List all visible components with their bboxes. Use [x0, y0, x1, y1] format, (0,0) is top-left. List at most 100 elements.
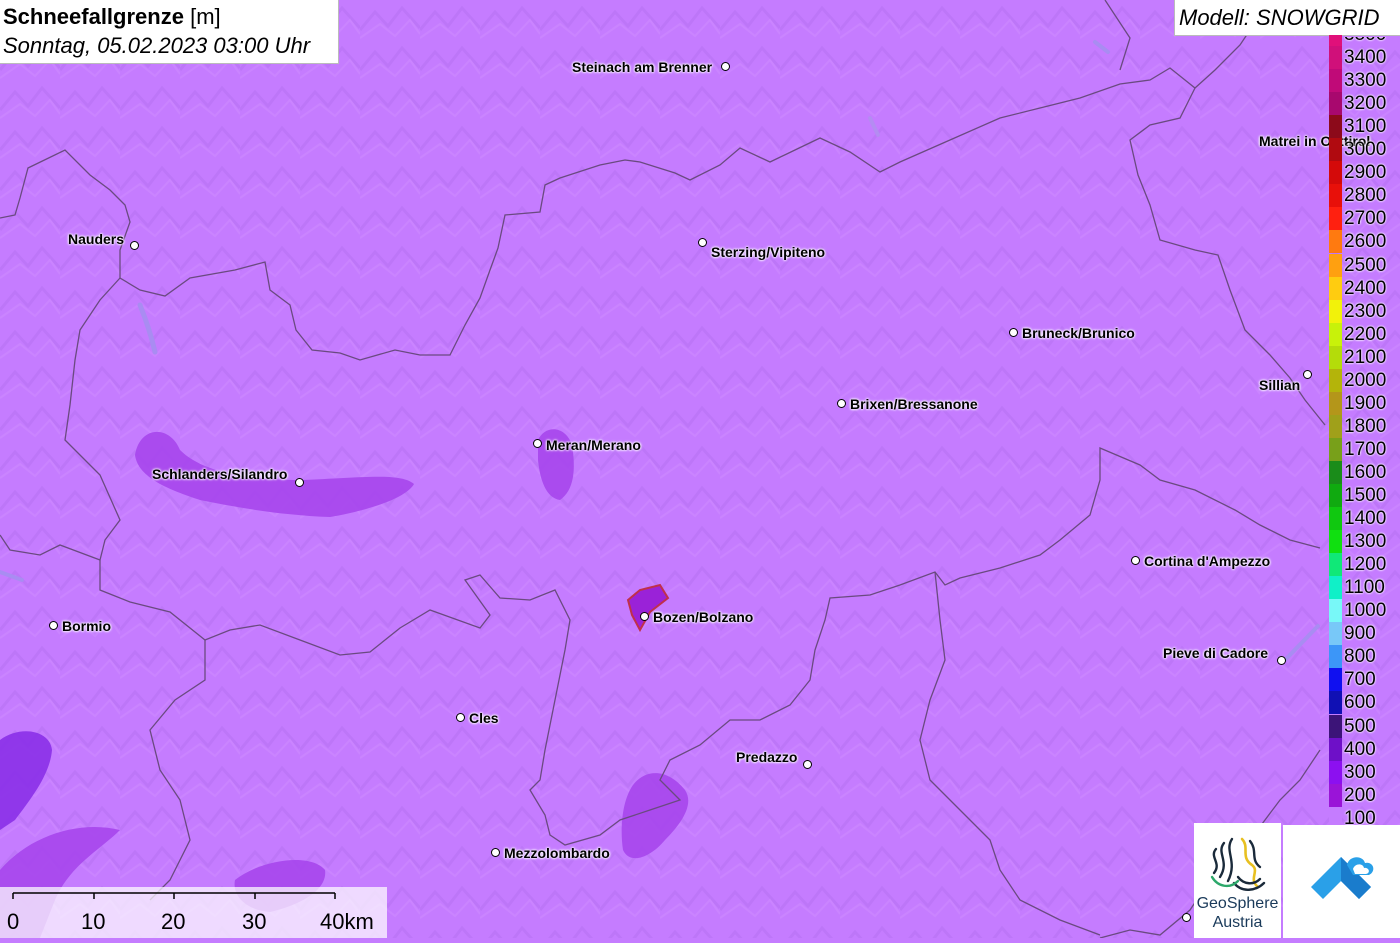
- legend-color-2500: [1329, 253, 1342, 277]
- legend-color-2700: [1329, 207, 1342, 231]
- scale-tick-0: 0: [7, 909, 20, 934]
- legend-label-1900: 1900: [1344, 392, 1387, 414]
- city-dot-pieve[interactable]: [1277, 656, 1286, 665]
- legend-color-3300: [1329, 69, 1342, 93]
- city-label-bruneck[interactable]: Bruneck/Brunico: [1022, 325, 1135, 341]
- legend-label-1400: 1400: [1344, 508, 1387, 530]
- color-legend: 3500 3400 3300 3200 3100 3000 2900 2800 2700 2600…: [1329, 35, 1400, 830]
- legend-color-1800: [1329, 414, 1342, 438]
- legend-color-2000: [1329, 368, 1342, 392]
- city-dot-bozen[interactable]: [640, 612, 649, 621]
- city-dot-sterzing[interactable]: [698, 238, 707, 247]
- city-label-nauders[interactable]: Nauders: [68, 231, 124, 247]
- legend-label-1100: 1100: [1344, 577, 1385, 599]
- legend-label-2700: 2700: [1344, 208, 1387, 230]
- city-dot-bormio[interactable]: [49, 621, 58, 630]
- city-dot-sillian[interactable]: [1303, 370, 1312, 379]
- legend-color-2300: [1329, 299, 1342, 323]
- legend-label-600: 600: [1344, 692, 1376, 714]
- city-label-bormio[interactable]: Bormio: [62, 618, 111, 634]
- city-dot-schlanders[interactable]: [295, 478, 304, 487]
- city-label-mezzolombardo[interactable]: Mezzolombardo: [504, 845, 610, 861]
- legend-color-1900: [1329, 391, 1342, 415]
- legend-color-400: [1329, 737, 1342, 761]
- legend-color-1400: [1329, 507, 1342, 531]
- scale-tick-30: 30: [242, 909, 267, 934]
- legend-color-2400: [1329, 276, 1342, 300]
- city-label-sillian[interactable]: Sillian: [1259, 377, 1300, 393]
- scale-tick-20: 20: [161, 909, 186, 934]
- city-label-steinach[interactable]: Steinach am Brenner: [572, 59, 712, 75]
- legend-label-500: 500: [1344, 715, 1376, 737]
- app-logo[interactable]: [1283, 825, 1400, 938]
- city-label-meran[interactable]: Meran/Merano: [546, 437, 641, 453]
- legend-label-3200: 3200: [1344, 93, 1387, 115]
- city-label-bozen[interactable]: Bozen/Bolzano: [653, 609, 753, 625]
- city-dot-southeast[interactable]: [1182, 913, 1191, 922]
- legend-color-1000: [1329, 599, 1342, 623]
- city-dot-brixen[interactable]: [837, 399, 846, 408]
- legend-label-1600: 1600: [1344, 461, 1387, 483]
- legend-label-1200: 1200: [1344, 554, 1387, 576]
- city-dot-cles[interactable]: [456, 713, 465, 722]
- legend-color-1300: [1329, 530, 1342, 554]
- legend-color-800: [1329, 645, 1342, 669]
- city-dot-mezzolombardo[interactable]: [491, 848, 500, 857]
- legend-color-200: [1329, 783, 1342, 807]
- city-label-cortina[interactable]: Cortina d'Ampezzo: [1144, 553, 1270, 569]
- legend-color-1200: [1329, 553, 1342, 577]
- legend-color-3500: [1329, 35, 1342, 47]
- legend-label-2300: 2300: [1344, 300, 1387, 322]
- geosphere-logo[interactable]: GeoSphere Austria: [1194, 823, 1281, 938]
- legend-label-2400: 2400: [1344, 277, 1387, 299]
- legend-color-500: [1329, 714, 1342, 738]
- city-dot-cortina[interactable]: [1131, 556, 1140, 565]
- legend-color-1500: [1329, 484, 1342, 508]
- legend-color-2800: [1329, 184, 1342, 208]
- legend-color-2100: [1329, 345, 1342, 369]
- legend-color-3000: [1329, 138, 1342, 162]
- legend-color-600: [1329, 691, 1342, 715]
- city-label-cles[interactable]: Cles: [469, 710, 499, 726]
- legend-label-2200: 2200: [1344, 323, 1387, 345]
- legend-color-2900: [1329, 161, 1342, 185]
- legend-color-1700: [1329, 437, 1342, 461]
- city-label-predazzo[interactable]: Predazzo: [736, 749, 797, 765]
- city-dot-steinach[interactable]: [721, 62, 730, 71]
- map-title-box: Schneefallgrenze [m] Sonntag, 05.02.2023…: [0, 0, 339, 64]
- legend-label-2900: 2900: [1344, 162, 1387, 184]
- legend-label-1000: 1000: [1344, 600, 1387, 622]
- city-dot-predazzo[interactable]: [803, 760, 812, 769]
- geosphere-logo-icon: [1210, 837, 1266, 891]
- legend-label-3100: 3100: [1344, 116, 1387, 138]
- city-dot-meran[interactable]: [533, 439, 542, 448]
- city-label-brixen[interactable]: Brixen/Bressanone: [850, 396, 978, 412]
- legend-label-200: 200: [1344, 784, 1376, 806]
- map-title-parameter: Schneefallgrenze: [3, 4, 184, 29]
- scale-tick-10: 10: [81, 909, 106, 934]
- legend-color-300: [1329, 760, 1342, 784]
- legend-color-3100: [1329, 115, 1342, 139]
- geosphere-logo-line2: Austria: [1212, 914, 1263, 931]
- city-dot-bruneck[interactable]: [1009, 328, 1018, 337]
- legend-label-300: 300: [1344, 761, 1376, 783]
- legend-color-700: [1329, 668, 1342, 692]
- model-box: Modell: SNOWGRID: [1174, 0, 1400, 36]
- legend-color-3200: [1329, 92, 1342, 116]
- legend-colorbar: [1329, 35, 1342, 830]
- map-title: Schneefallgrenze [m]: [3, 4, 221, 30]
- snow-arrow-icon: [1311, 857, 1374, 899]
- map-title-unit: [m]: [190, 4, 221, 29]
- legend-label-1800: 1800: [1344, 415, 1387, 437]
- city-label-pieve[interactable]: Pieve di Cadore: [1163, 645, 1268, 661]
- scale-tick-40km: 40km: [320, 909, 374, 934]
- city-label-sterzing[interactable]: Sterzing/Vipiteno: [711, 244, 825, 260]
- legend-label-2600: 2600: [1344, 231, 1387, 253]
- legend-label-2500: 2500: [1344, 254, 1387, 276]
- city-label-schlanders[interactable]: Schlanders/Silandro: [152, 466, 287, 482]
- legend-label-700: 700: [1344, 669, 1376, 691]
- city-dot-nauders[interactable]: [130, 241, 139, 250]
- legend-label-1500: 1500: [1344, 485, 1387, 506]
- legend-label-400: 400: [1344, 738, 1376, 760]
- legend-color-2600: [1329, 230, 1342, 254]
